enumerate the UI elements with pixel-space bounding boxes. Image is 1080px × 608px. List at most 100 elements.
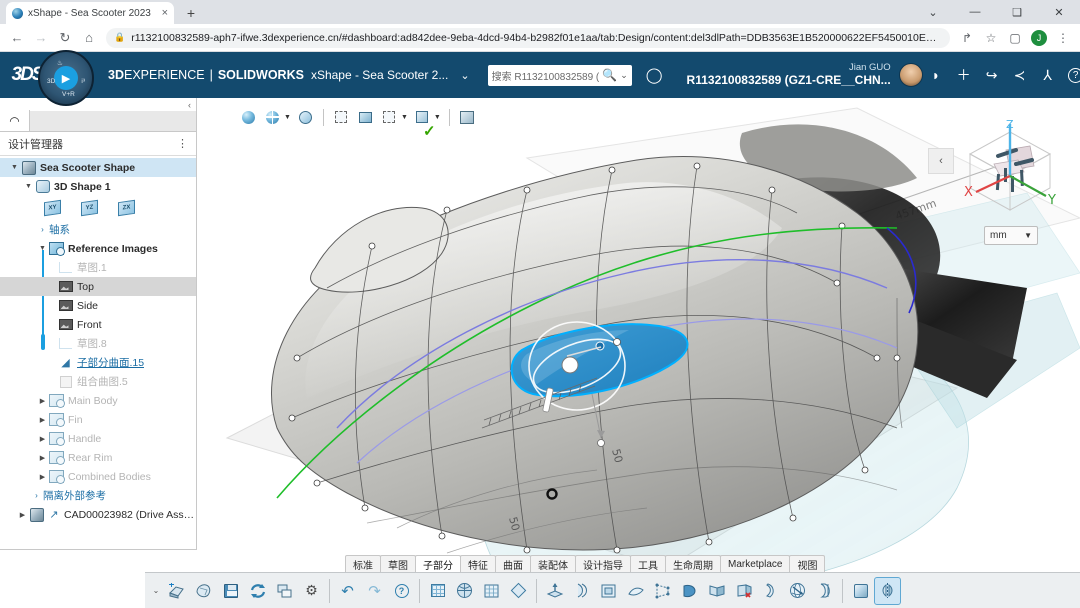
- search-input[interactable]: 搜索 R1132100832589 ( 🔍 ⌄: [488, 65, 632, 86]
- save-tool[interactable]: [217, 577, 244, 605]
- forward-icon[interactable]: →: [30, 27, 52, 49]
- delete-face-tool[interactable]: [730, 577, 757, 605]
- new-tab-button[interactable]: +: [180, 3, 202, 23]
- inset-face-tool[interactable]: [595, 577, 622, 605]
- collaborate-icon[interactable]: ⅄: [1035, 62, 1061, 88]
- tree-tab-icon[interactable]: ◠: [0, 110, 30, 131]
- expand-arrow-icon[interactable]: ▶: [36, 473, 49, 481]
- settings-tool[interactable]: ⚙: [298, 577, 325, 605]
- measure-icon[interactable]: [296, 108, 315, 127]
- share-icon[interactable]: ↱: [956, 27, 978, 49]
- share-arrow-icon[interactable]: ↪: [979, 62, 1005, 88]
- view-mode-caret-icon[interactable]: ▼: [284, 114, 291, 121]
- extrude-face-tool[interactable]: [541, 577, 568, 605]
- social-share-icon[interactable]: ≺: [1007, 62, 1033, 88]
- expand-arrow-icon[interactable]: ▶: [36, 397, 49, 405]
- tree-item-rear-rim[interactable]: ▶ Rear Rim: [0, 448, 196, 467]
- plane-zx-icon[interactable]: ZX: [118, 200, 135, 216]
- crease-tool[interactable]: [757, 577, 784, 605]
- expand-arrow-icon[interactable]: ▼: [36, 245, 49, 252]
- select-region-icon[interactable]: [332, 108, 351, 127]
- tab-lifecycle[interactable]: 生命周期: [665, 555, 721, 572]
- tree-item-handle[interactable]: ▶ Handle: [0, 429, 196, 448]
- tab-tools[interactable]: 工具: [630, 555, 666, 572]
- add-icon[interactable]: ＋: [951, 62, 977, 88]
- symmetry-tool[interactable]: [874, 577, 901, 605]
- tree-item-axis-system[interactable]: › 轴系: [0, 220, 196, 239]
- tree-item-cad00023982[interactable]: ▶ ↗ CAD00023982 (Drive Assembl...: [0, 505, 196, 524]
- tab-close-icon[interactable]: ×: [162, 8, 168, 19]
- exit-confirm-icon[interactable]: [458, 108, 477, 127]
- tab-marketplace[interactable]: Marketplace: [720, 555, 790, 572]
- collapse-chevron-icon[interactable]: ›: [30, 491, 43, 500]
- offset-face-tool[interactable]: [622, 577, 649, 605]
- compass-widget[interactable]: ♨ 3D i³ V+R ▶: [38, 50, 94, 106]
- selection-filter-caret-icon[interactable]: ▼: [401, 114, 408, 121]
- tag-icon[interactable]: ◯: [646, 66, 663, 84]
- panel-menu-icon[interactable]: ⋮: [177, 137, 188, 150]
- address-bar[interactable]: 🔒 r1132100832589-aph7-ifwe.3dexperience.…: [106, 28, 950, 48]
- selection-filter-icon[interactable]: [380, 108, 399, 127]
- tree-item-combined-bodies[interactable]: ▶ Combined Bodies: [0, 467, 196, 486]
- units-dropdown[interactable]: mm ▼: [984, 226, 1038, 245]
- mirror-tool[interactable]: [703, 577, 730, 605]
- new-shape-tool[interactable]: [163, 577, 190, 605]
- back-icon[interactable]: ←: [6, 27, 28, 49]
- tree-item-isolate-external-refs[interactable]: › 隔离外部参考: [0, 486, 196, 505]
- compass-play-icon[interactable]: ▶: [54, 66, 78, 90]
- tab-feature[interactable]: 特征: [460, 555, 496, 572]
- profile-avatar[interactable]: J: [1028, 27, 1050, 49]
- tab-subdivision[interactable]: 子部分: [415, 555, 461, 572]
- tree-item-main-body[interactable]: ▶ Main Body: [0, 391, 196, 410]
- close-window-button[interactable]: ✕: [1038, 0, 1080, 24]
- tab-surface[interactable]: 曲面: [495, 555, 531, 572]
- expand-arrow-icon[interactable]: ▼: [22, 183, 35, 190]
- convert-solid-tool[interactable]: [847, 577, 874, 605]
- tree-item-sea-scooter-shape[interactable]: ▼ Sea Scooter Shape: [0, 158, 196, 177]
- extensions-icon[interactable]: ▢: [1004, 27, 1026, 49]
- tree-item-reference-images[interactable]: ▼ Reference Images: [0, 239, 196, 258]
- refresh-tool[interactable]: [244, 577, 271, 605]
- bridge-tool[interactable]: [568, 577, 595, 605]
- redo-tool[interactable]: ↷: [361, 577, 388, 605]
- maximize-button[interactable]: ❑: [996, 0, 1038, 24]
- tree-item-top[interactable]: Top: [0, 277, 196, 296]
- subdivision-tool[interactable]: [505, 577, 532, 605]
- plane-xy-icon[interactable]: XY: [44, 200, 61, 216]
- expand-arrow-icon[interactable]: ▶: [36, 416, 49, 424]
- bookmark-star-icon[interactable]: ☆: [980, 27, 1002, 49]
- document-dropdown-caret[interactable]: ⌄: [460, 69, 469, 82]
- panel-collapse-button[interactable]: ‹: [928, 148, 954, 174]
- undo-tool[interactable]: ↶: [334, 577, 361, 605]
- expand-arrow-icon[interactable]: ▶: [36, 454, 49, 462]
- sphere-map-tool[interactable]: [784, 577, 811, 605]
- plane-yz-icon[interactable]: YZ: [81, 200, 98, 216]
- browser-tab[interactable]: xShape - Sea Scooter 2023 ×: [6, 2, 174, 24]
- expand-arrow-icon[interactable]: ▶: [16, 511, 29, 519]
- home-icon[interactable]: ⌂: [78, 27, 100, 49]
- help-tool[interactable]: ?: [388, 577, 415, 605]
- expand-arrow-icon[interactable]: ▼: [8, 164, 21, 171]
- avatar[interactable]: [899, 63, 923, 87]
- minimize-button[interactable]: —: [954, 0, 996, 24]
- tab-standard[interactable]: 标准: [345, 555, 381, 572]
- snapshot-icon[interactable]: [356, 108, 375, 127]
- view-cube-widget[interactable]: Z X Y: [954, 120, 1066, 218]
- toolbar-overflow-icon[interactable]: ⌄: [149, 586, 163, 595]
- tree-item-fin[interactable]: ▶ Fin: [0, 410, 196, 429]
- new-sketch-tool[interactable]: [424, 577, 451, 605]
- tree-item-combined-surface-5[interactable]: 组合曲图.5: [0, 372, 196, 391]
- appearance-icon[interactable]: [239, 108, 258, 127]
- tree-item-3d-shape-1[interactable]: ▼ 3D Shape 1: [0, 177, 196, 196]
- 3d-viewport[interactable]: 457mm: [197, 98, 1080, 608]
- tree-item-side[interactable]: Side: [0, 296, 196, 315]
- tab-sketch[interactable]: 草图: [380, 555, 416, 572]
- feature-tree[interactable]: ▼ Sea Scooter Shape ▼ 3D Shape 1 XY YZ Z…: [0, 156, 196, 549]
- reload-icon[interactable]: ↻: [54, 27, 76, 49]
- notification-icon[interactable]: ◗: [923, 62, 949, 88]
- tree-item-subdivision-surface-15[interactable]: ◢ 子部分曲面.15: [0, 353, 196, 372]
- tree-item-front[interactable]: Front: [0, 315, 196, 334]
- tab-design-guidance[interactable]: 设计指导: [575, 555, 631, 572]
- quad-mesh-tool[interactable]: [478, 577, 505, 605]
- chrome-menu-icon[interactable]: ⋮: [1052, 27, 1074, 49]
